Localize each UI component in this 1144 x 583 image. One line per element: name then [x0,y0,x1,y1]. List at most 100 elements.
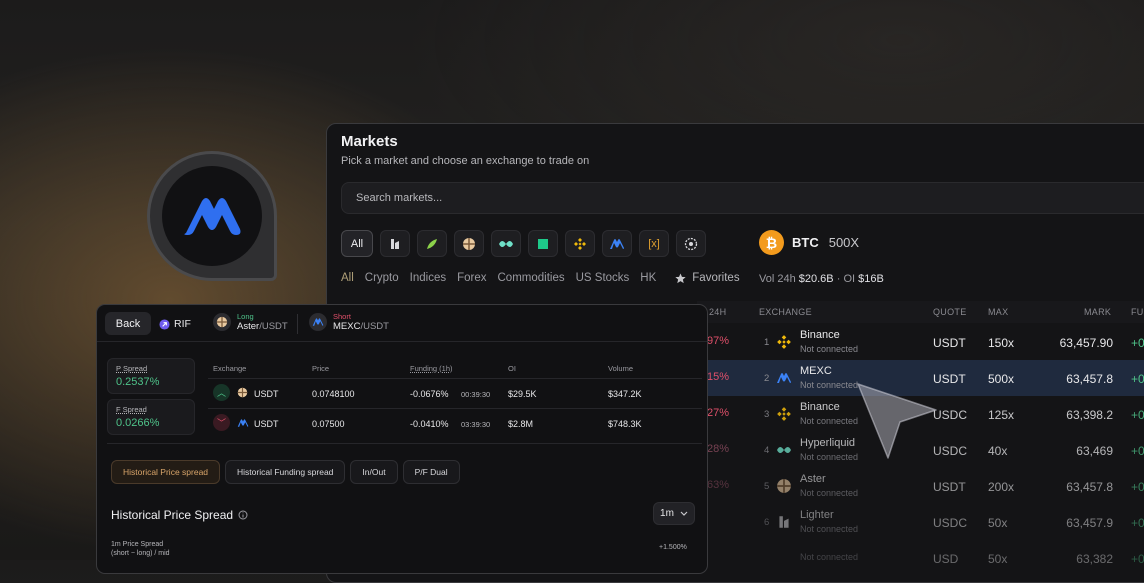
gear-wheel-icon[interactable] [676,230,706,257]
volume: $748.3K [608,419,642,429]
category-commodities[interactable]: Commodities [498,272,565,284]
tab-historical-price-spread[interactable]: Historical Price spread [111,460,221,484]
tab-historical-funding-spread[interactable]: Historical Funding spread [225,460,346,484]
category-crypto[interactable]: Crypto [365,272,399,284]
category-forex[interactable]: Forex [457,272,486,284]
price: 0.0748100 [312,389,355,399]
exchange-name: Aster [800,473,826,485]
long-pair: Aster/USDT [237,321,288,332]
col-max: MAX [988,307,1009,317]
mark-price: 63,457.8 [1066,372,1113,386]
back-button[interactable]: Back [105,312,151,335]
binance-icon[interactable] [565,230,595,257]
category-hk[interactable]: HK [640,272,656,284]
category-indices[interactable]: Indices [410,272,446,284]
connection-status: Not connected [800,380,859,390]
vol-value: $20.6B [798,273,834,285]
short-pair: MEXC/USDT [333,321,389,332]
change-24h: 27% [707,407,730,419]
change-24h: 63% [707,479,730,491]
mark-price: 63,457.8 [1066,480,1113,494]
selected-volume: Vol 24h $20.6B · OI $16B [759,273,884,285]
category-all[interactable]: All [341,272,354,284]
hyperliquid-icon [777,447,791,453]
chart-note: 1m Price Spread (short − long) / mid [111,540,170,558]
divider [107,443,702,444]
table-row[interactable]: 5 Aster Not connected USDT 200x 63,457.8… [697,468,1144,504]
funding-rate: +0.0012 [1131,516,1144,530]
funding-rate: +0.0013 [1131,444,1144,458]
exchange-name: Binance [800,401,840,413]
col-mark: MARK [1084,307,1112,317]
p-spread-value: 0.2537% [116,376,160,388]
lighter-icon[interactable] [417,230,447,257]
mexc-icon [309,313,327,331]
info-icon[interactable] [238,510,248,520]
search-markets-input[interactable] [341,182,1144,214]
category-us-stocks[interactable]: US Stocks [576,272,630,284]
connection-status: Not connected [800,524,859,534]
col-quote: QUOTE [933,307,967,317]
row-number: 3 [764,409,770,420]
col-funding: Funding (1h) [410,364,453,373]
timeframe-select[interactable]: 1m [653,502,695,525]
detail-topbar: Back RIF Long Aster/USDT Short MEXC/USDT [97,305,707,342]
exchange-name: Hyperliquid [800,437,856,449]
app-logo-pin [147,151,277,281]
change-24h: 15% [707,371,730,383]
connection-status: Not connected [800,416,859,426]
chevron-up-icon[interactable]: ︿ [213,384,230,401]
row-number: 4 [764,445,770,456]
tab-pf-dual[interactable]: P/F Dual [402,460,460,484]
short-leg[interactable]: Short MEXC/USDT [309,312,389,332]
oi-value: $16B [858,273,884,285]
col-exchange: Exchange [213,364,247,373]
open-interest: $29.5K [508,389,537,399]
mexc-icon [777,373,791,383]
short-quote: /USDT [360,321,389,332]
long-leg[interactable]: Long Aster/USDT [213,312,288,332]
oi-label: OI [843,273,856,285]
mark-price: 63,382 [1076,552,1113,566]
exchange-filter-all[interactable]: All [341,230,373,257]
selected-market: ₿ BTC 500X [759,230,859,255]
connection-status: Not connected [800,344,859,354]
category-tabs: All Crypto Indices Forex Commodities US … [341,272,740,284]
mark-price: 63,398.2 [1066,408,1113,422]
bluefin-icon[interactable] [380,230,410,257]
binance-icon [777,335,791,349]
table-row[interactable]: 1 Binance Not connected USDT 150x 63,457… [697,324,1144,360]
spread-detail-window: Back RIF Long Aster/USDT Short MEXC/USDT [96,304,708,574]
row-number: 5 [764,481,770,492]
funding-rate: +0.0081 [1131,480,1144,494]
chevron-down-icon[interactable]: ﹀ [213,414,230,431]
vol-label: Vol 24h [759,273,796,285]
x-bracket-icon[interactable]: [x] [639,230,669,257]
hyperliquid-icon[interactable] [491,230,521,257]
dydx-icon[interactable] [528,230,558,257]
quote: USDT [933,336,966,350]
table-row[interactable]: Not connected USD 50x 63,382 +0.0010 [697,540,1144,576]
quote: USDT [933,480,966,494]
f-spread-label: F Spread [116,405,147,414]
aster-icon [777,479,791,493]
favorites-tab[interactable]: Favorites [675,272,740,284]
funding: -0.0676% [410,389,449,399]
f-spread-value: 0.0266% [116,417,160,429]
table-row: ﹀ USDT 0.07500 -0.0410% 03:39:30 $2.8M $… [208,409,702,437]
drift-icon[interactable] [454,230,484,257]
table-row[interactable]: 6 Lighter Not connected USDC 50x 63,457.… [697,504,1144,540]
tab-in-out[interactable]: In/Out [350,460,398,484]
col-fund: FUND [1131,307,1144,317]
quote: USDT [254,419,279,429]
mexc-icon[interactable] [602,230,632,257]
open-interest: $2.8M [508,419,534,429]
chart-title-text: Historical Price Spread [111,508,234,522]
chart-note-line2: (short − long) / mid [111,550,170,557]
lighter-icon [779,516,789,528]
pointer-cursor-icon [857,383,937,459]
chevron-down-icon [680,511,688,516]
change-24h: 97% [707,335,730,347]
markets-subtitle: Pick a market and choose an exchange to … [341,155,590,167]
max-leverage: 50x [988,552,1008,566]
